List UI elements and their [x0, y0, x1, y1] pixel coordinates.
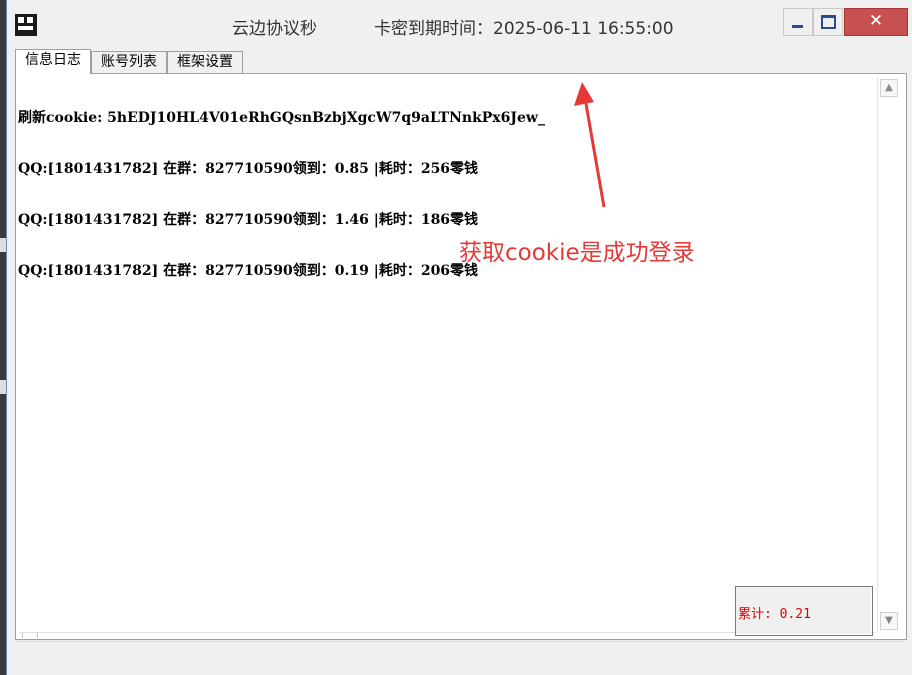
tab-account-list[interactable]: 账号列表 [91, 51, 167, 73]
annotation-text: 获取cookie是成功登录 [459, 240, 695, 266]
log-text-area[interactable]: 刷新cookie: 5hEDJ10HL4V01eRhGQsnBzbjXgcW7q… [18, 76, 873, 314]
window-title: 云边协议秒 [232, 19, 317, 39]
scroll-down-icon[interactable]: ▼ [880, 612, 898, 630]
vertical-scrollbar[interactable]: ▲ ▼ [877, 77, 898, 632]
log-line: QQ:[1801431782] 在群：827710590领到：0.85 |耗时：… [18, 161, 479, 177]
tab-framework-settings[interactable]: 框架设置 [167, 51, 243, 73]
log-line: QQ:[1801431782] 在群：827710590领到：0.19 |耗时：… [18, 263, 479, 279]
minimize-button[interactable] [783, 8, 813, 36]
tab-info-log[interactable]: 信息日志 [15, 49, 91, 74]
status-bar [15, 641, 905, 672]
close-button[interactable]: ✕ [844, 8, 908, 36]
scroll-up-icon[interactable]: ▲ [880, 79, 898, 97]
arrow-annotation-icon [574, 82, 606, 208]
total-display: 累计: 0.21 [735, 586, 873, 636]
app-icon[interactable] [15, 14, 37, 36]
title-bar[interactable]: 云边协议秒 卡密到期时间：2025-06-11 16:55:00 ✕ [7, 0, 912, 46]
app-window: 云边协议秒 卡密到期时间：2025-06-11 16:55:00 ✕ 信息日志 … [6, 0, 912, 675]
log-line: QQ:[1801431782] 在群：827710590领到：1.46 |耗时：… [18, 212, 479, 228]
maximize-button[interactable] [813, 8, 843, 36]
log-panel[interactable]: 刷新cookie: 5hEDJ10HL4V01eRhGQsnBzbjXgcW7q… [15, 73, 907, 640]
expiry-time: 卡密到期时间：2025-06-11 16:55:00 [374, 19, 674, 39]
log-line: 刷新cookie: 5hEDJ10HL4V01eRhGQsnBzbjXgcW7q… [18, 110, 545, 126]
close-icon: ✕ [868, 11, 884, 31]
total-label: 累计: 0.21 [738, 607, 811, 622]
